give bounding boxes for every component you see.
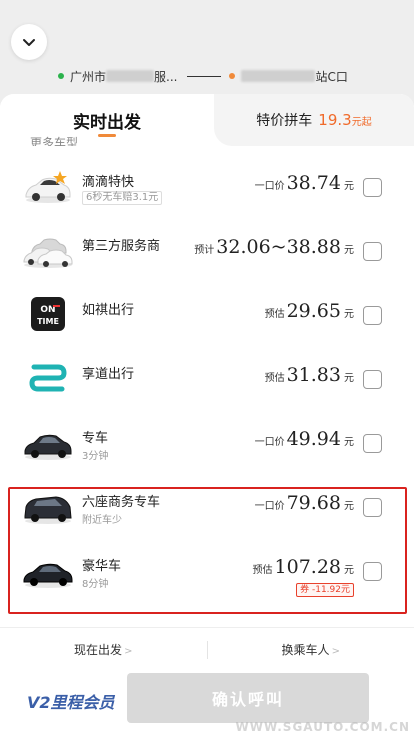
route-line <box>187 75 222 77</box>
route-summary[interactable]: 广州市 服... 站C口 <box>58 67 378 85</box>
select-checkbox[interactable] <box>363 562 382 581</box>
confirm-call-button[interactable]: 确认呼叫 <box>127 673 369 723</box>
destination-dot-icon <box>229 73 236 79</box>
car-tag: 6秒无车赔3.1元 <box>82 191 163 205</box>
car-option-xiangdao[interactable]: 享道出行 预估 31.83 元 <box>0 349 414 413</box>
origin-text: 广州市 <box>70 69 107 84</box>
price-type: 预估 <box>264 309 285 320</box>
select-checkbox[interactable] <box>363 370 382 389</box>
eta-text: 3分钟 <box>82 451 109 462</box>
car-option-ruqi[interactable]: ON TIME 如祺出行 预估 29.65 元 <box>0 285 414 349</box>
price-unit: 元 <box>344 437 354 448</box>
cars-group-icon <box>23 238 73 268</box>
change-rider-option[interactable]: 换乘车人 > <box>208 641 414 658</box>
price: 一口价 79.68 元 <box>255 492 354 514</box>
tab-carpool-price: 19.3 <box>318 111 352 129</box>
select-checkbox[interactable] <box>363 242 382 261</box>
select-checkbox[interactable] <box>363 306 382 325</box>
price: 预估 31.83 元 <box>265 364 354 386</box>
car-black-icon <box>24 434 72 460</box>
price: 预估 29.65 元 <box>265 300 354 322</box>
price-unit: 元 <box>344 181 354 192</box>
destination-masked <box>241 70 316 82</box>
watermark: WWW.SGAUTO.COM.CN <box>235 720 410 734</box>
tab-carpool[interactable]: 特价拼车 19.3 元起 <box>214 94 414 146</box>
select-checkbox[interactable] <box>363 434 382 453</box>
destination-suffix: 站C口 <box>315 69 348 84</box>
price-value: 107.28 <box>274 556 341 578</box>
car-name: 享道出行 <box>82 367 135 382</box>
origin-dot-icon <box>58 73 64 79</box>
availability-text: 附近车少 <box>82 515 122 526</box>
car-name: 六座商务专车 <box>82 495 161 510</box>
tab-underline <box>98 134 116 137</box>
car-option-six-seat[interactable]: 六座商务专车 附近车少 一口价 79.68 元 <box>0 477 414 541</box>
footer: V2里程会员 确认呼叫 WWW.SGAUTO.COM.CN <box>0 671 414 736</box>
car-name: 滴滴特快 <box>82 175 135 190</box>
car-name: 第三方服务商 <box>82 239 161 254</box>
car-white-icon <box>25 171 71 203</box>
price-type: 一口价 <box>254 181 285 192</box>
price: 一口价 38.74 元 <box>255 172 354 194</box>
price-type: 预估 <box>252 565 273 576</box>
price-type: 预计 <box>194 245 215 256</box>
price-type: 一口价 <box>254 501 285 512</box>
member-badge[interactable]: V2里程会员 <box>27 689 115 713</box>
svg-text:TIME: TIME <box>37 317 59 326</box>
car-option-luxury[interactable]: 豪华车 8分钟 预估 107.28 元 券 -11.92元 <box>0 541 414 605</box>
origin-masked <box>106 70 155 82</box>
price-type: 预估 <box>264 373 285 384</box>
luxury-car-icon <box>23 563 73 588</box>
price-unit: 元 <box>344 309 354 320</box>
price-value: 32.06~38.88 <box>216 236 341 258</box>
price-value: 38.74 <box>286 172 341 194</box>
car-option-premier[interactable]: 专车 3分钟 一口价 49.94 元 <box>0 413 414 477</box>
tab-carpool-label: 特价拼车 <box>256 113 313 129</box>
price-unit: 元 <box>344 245 354 256</box>
depart-time-option[interactable]: 现在出发 > <box>0 641 207 658</box>
chevron-right-icon: > <box>124 646 133 657</box>
select-checkbox[interactable] <box>363 498 382 517</box>
price-value: 49.94 <box>286 428 341 450</box>
chevron-down-icon <box>23 39 35 46</box>
change-rider-label: 换乘车人 <box>281 643 330 657</box>
collapse-button[interactable] <box>11 24 47 60</box>
price-unit: 元 <box>344 501 354 512</box>
depart-time-label: 现在出发 <box>74 643 123 657</box>
price: 预计 32.06~38.88 元 <box>194 236 354 258</box>
select-checkbox[interactable] <box>363 178 382 197</box>
car-name: 专车 <box>82 431 109 446</box>
origin-suffix: 服... <box>154 69 178 84</box>
price-unit: 元 <box>344 565 354 576</box>
options-bar: 现在出发 > 换乘车人 > <box>0 627 414 671</box>
section-title: 更多车型 <box>30 136 79 146</box>
chevron-right-icon: > <box>331 646 340 657</box>
car-name: 豪华车 <box>82 559 122 574</box>
xiangdao-logo-icon <box>29 364 67 392</box>
car-option-didi-express[interactable]: 滴滴特快 6秒无车赔3.1元 一口价 38.74 元 <box>0 157 414 221</box>
car-list: 滴滴特快 6秒无车赔3.1元 一口价 38.74 元 第三方服务商 预计 32.… <box>0 157 414 605</box>
car-option-third-party[interactable]: 第三方服务商 预计 32.06~38.88 元 <box>0 221 414 285</box>
tab-carpool-unit: 元起 <box>351 116 372 128</box>
price-value: 31.83 <box>286 364 341 386</box>
tab-realtime-label: 实时出发 <box>73 112 141 133</box>
price: 预估 107.28 元 <box>253 556 354 578</box>
price-unit: 元 <box>344 373 354 384</box>
mpv-icon <box>24 496 72 524</box>
eta-text: 8分钟 <box>82 579 109 590</box>
coupon-badge: 券 -11.92元 <box>296 583 354 597</box>
price: 一口价 49.94 元 <box>255 428 354 450</box>
car-name: 如祺出行 <box>82 303 135 318</box>
ontime-logo-icon: ON TIME <box>31 297 65 331</box>
price-value: 79.68 <box>286 492 341 514</box>
price-value: 29.65 <box>286 300 341 322</box>
price-type: 一口价 <box>254 437 285 448</box>
